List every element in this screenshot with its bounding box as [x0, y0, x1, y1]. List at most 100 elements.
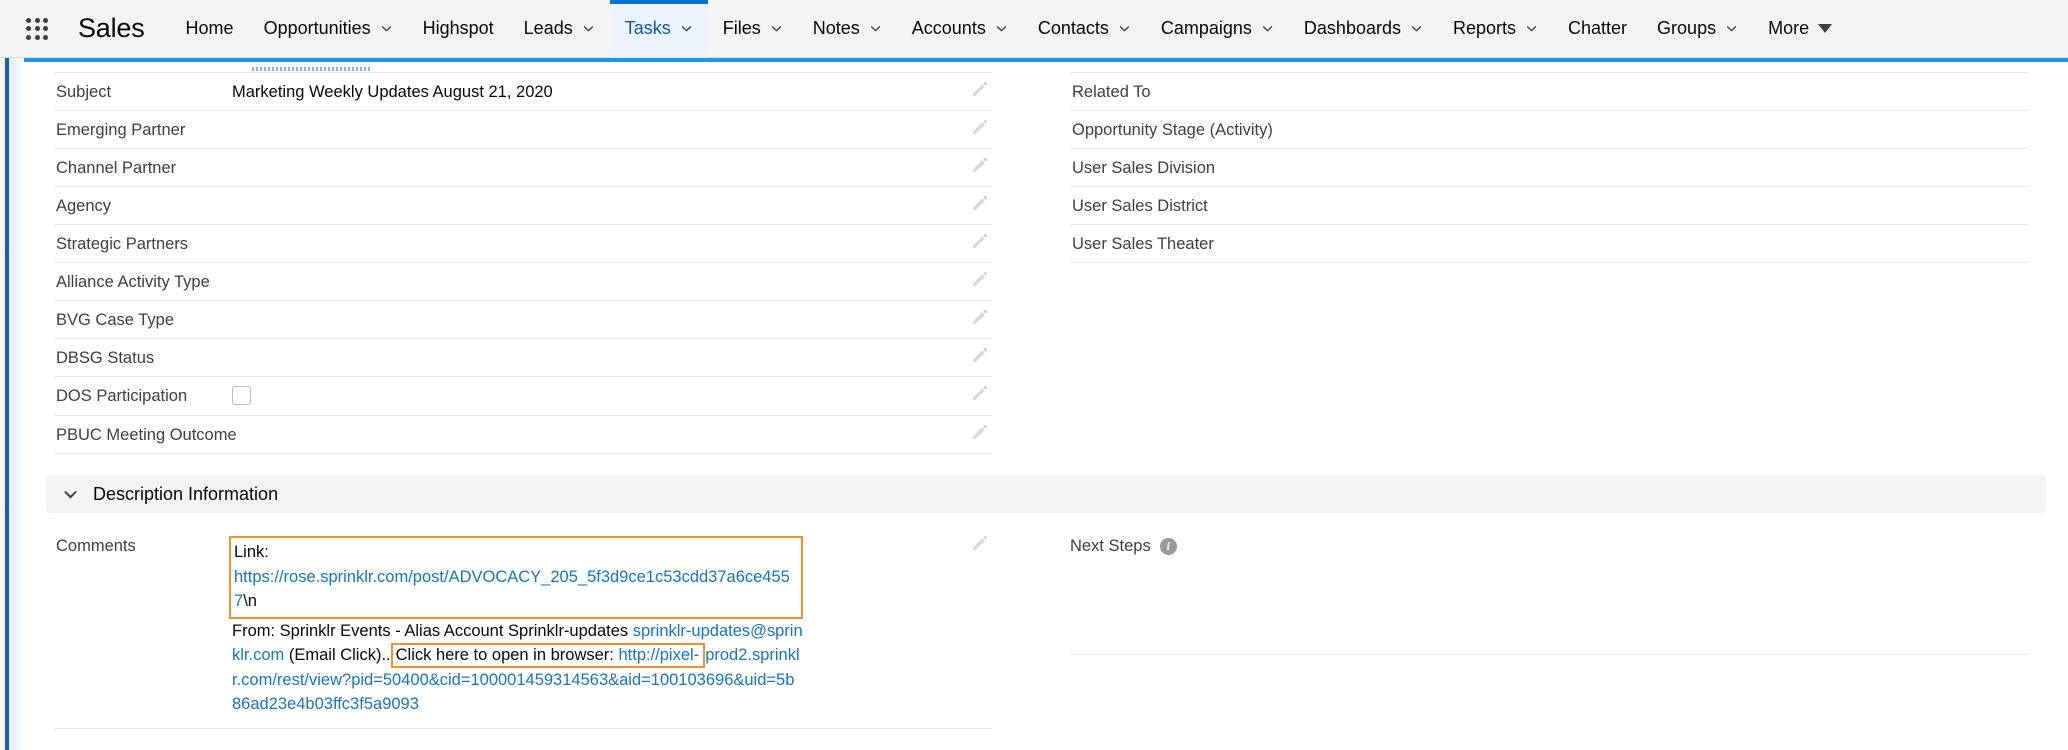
chevron-down-icon[interactable]	[1410, 22, 1423, 35]
edit-pencil-icon[interactable]	[971, 535, 988, 552]
from-line-prefix: From: Sprinklr Events - Alias Account Sp…	[232, 621, 633, 640]
browser-url-part1[interactable]: http://pixel-	[618, 646, 699, 664]
field-label: Agency	[56, 197, 112, 215]
nav-tab-notes[interactable]: Notes	[798, 0, 897, 58]
edit-pencil-icon[interactable]	[971, 309, 988, 326]
nav-tab-accounts[interactable]: Accounts	[897, 0, 1023, 58]
field-value: Marketing Weekly Updates August 21, 2020	[232, 83, 553, 101]
edit-pencil-icon[interactable]	[971, 81, 988, 98]
edit-pencil-icon[interactable]	[971, 385, 988, 402]
field-row: User Sales District	[1070, 187, 2028, 225]
comments-value: Link: https://rose.sprinklr.com/post/ADVO…	[229, 536, 807, 717]
chevron-down-icon[interactable]	[1118, 22, 1131, 35]
field-label: User Sales District	[1072, 197, 1208, 215]
field-label: User Sales Theater	[1072, 235, 1214, 253]
click-here-annotation-box: Click here to open in browser: http://pi…	[390, 643, 706, 668]
chevron-down-icon[interactable]	[380, 22, 393, 35]
nav-tab-reports[interactable]: Reports	[1438, 0, 1553, 58]
chevron-down-icon[interactable]	[680, 22, 693, 35]
column-resize-handle[interactable]	[252, 67, 370, 71]
caret-down-icon	[1818, 24, 1833, 33]
field-row: Channel Partner	[54, 149, 992, 187]
edit-pencil-icon[interactable]	[971, 195, 988, 212]
app-launcher-waffle-icon[interactable]	[18, 10, 56, 48]
description-region: Comments Link: https://rose.sprinklr.com/…	[24, 513, 2068, 729]
nav-tab-chatter[interactable]: Chatter	[1553, 0, 1642, 58]
field-value	[232, 386, 992, 408]
nav-tab-more[interactable]: More	[1753, 0, 1847, 58]
field-label: Related To	[1072, 83, 1151, 101]
nav-tab-label: Opportunities	[263, 18, 371, 38]
waffle-grid	[26, 17, 48, 40]
nav-tab-label: More	[1768, 18, 1810, 38]
field-row: Alliance Activity Type	[54, 263, 992, 301]
link-newline-suffix: \n	[243, 592, 257, 610]
nav-tab-dashboards[interactable]: Dashboards	[1289, 0, 1438, 58]
edit-pencil-icon[interactable]	[971, 119, 988, 136]
field-label: Channel Partner	[56, 159, 177, 177]
field-grid: Subject Marketing Weekly Updates August 2…	[24, 62, 2068, 454]
global-navigation-bar: Sales Home Opportunities Highspot Leads Task…	[0, 0, 2068, 58]
edit-pencil-icon[interactable]	[971, 424, 988, 441]
app-name-label: Sales	[78, 13, 145, 43]
nav-tab-contacts[interactable]: Contacts	[1023, 0, 1146, 58]
chevron-down-icon[interactable]	[869, 22, 882, 35]
field-row: Agency	[54, 187, 992, 225]
field-row: User Sales Theater	[1070, 225, 2028, 263]
nav-tab-highspot[interactable]: Highspot	[408, 0, 509, 58]
record-detail-card: Subject Marketing Weekly Updates August 2…	[24, 58, 2068, 750]
chevron-down-icon[interactable]	[1725, 22, 1738, 35]
next-steps-field-row: Next Steps i	[1070, 527, 2028, 655]
description-column-right: Next Steps i	[1046, 527, 2068, 729]
description-information-section-header[interactable]: Description Information	[46, 475, 2046, 513]
field-row: Related To	[1070, 72, 2028, 111]
info-icon[interactable]: i	[1159, 538, 1177, 555]
chevron-down-icon[interactable]	[1261, 22, 1274, 35]
nav-tab-groups[interactable]: Groups	[1642, 0, 1753, 58]
field-row: User Sales Division	[1070, 149, 2028, 187]
edit-pencil-icon[interactable]	[971, 157, 988, 174]
nav-tab-label: Contacts	[1037, 18, 1109, 38]
browser-url-part4[interactable]: 9093	[382, 695, 419, 713]
nav-tab-label: Groups	[1657, 18, 1717, 38]
field-row: DOS Participation	[54, 377, 992, 416]
nav-tab-files[interactable]: Files	[708, 0, 798, 58]
nav-tab-home[interactable]: Home	[171, 0, 249, 58]
nav-tab-label: Notes	[812, 18, 860, 38]
field-label: Emerging Partner	[56, 121, 186, 139]
field-label: Subject	[56, 83, 112, 101]
chevron-down-icon[interactable]	[1525, 22, 1538, 35]
nav-tab-label: Dashboards	[1303, 18, 1401, 38]
checkbox-icon[interactable]	[232, 386, 251, 405]
nav-tab-label: Leads	[523, 18, 573, 38]
chevron-down-icon[interactable]	[995, 22, 1008, 35]
field-column-left: Subject Marketing Weekly Updates August 2…	[24, 72, 1046, 454]
field-label: User Sales Division	[1072, 159, 1216, 177]
nav-tab-opportunities[interactable]: Opportunities	[249, 0, 408, 58]
field-label: DOS Participation	[56, 387, 188, 405]
field-label: Opportunity Stage (Activity)	[1072, 121, 1273, 139]
nav-tab-label: Accounts	[911, 18, 986, 38]
chevron-down-icon[interactable]	[770, 22, 783, 35]
field-row: Strategic Partners	[54, 225, 992, 263]
field-row: BVG Case Type	[54, 301, 992, 339]
description-column-left: Comments Link: https://rose.sprinklr.com/…	[24, 527, 1046, 729]
nav-tab-tasks[interactable]: Tasks	[609, 0, 708, 58]
field-row: Opportunity Stage (Activity)	[1070, 111, 2028, 149]
chevron-down-icon[interactable]	[582, 22, 595, 35]
nav-tab-label: Campaigns	[1160, 18, 1252, 38]
nav-tab-campaigns[interactable]: Campaigns	[1146, 0, 1289, 58]
comments-field-row: Comments Link: https://rose.sprinklr.com/…	[54, 527, 992, 729]
section-title: Description Information	[93, 483, 279, 504]
edit-pencil-icon[interactable]	[971, 347, 988, 364]
link-annotation-box: Link: https://rose.sprinklr.com/post/ADVO…	[229, 536, 803, 619]
nav-tab-label: Highspot	[422, 18, 494, 38]
field-label: BVG Case Type	[56, 311, 175, 329]
nav-tab-leads[interactable]: Leads	[509, 0, 610, 58]
edit-pencil-icon[interactable]	[971, 233, 988, 250]
record-page-body: Subject Marketing Weekly Updates August 2…	[0, 58, 2068, 750]
edit-pencil-icon[interactable]	[971, 271, 988, 288]
nav-tab-label: Chatter	[1568, 18, 1628, 38]
nav-tab-list: Home Opportunities Highspot Leads Tasks Files…	[171, 0, 2068, 58]
sprinklr-post-link[interactable]: https://rose.sprinklr.com/post/ADVOCACY_…	[234, 568, 790, 611]
